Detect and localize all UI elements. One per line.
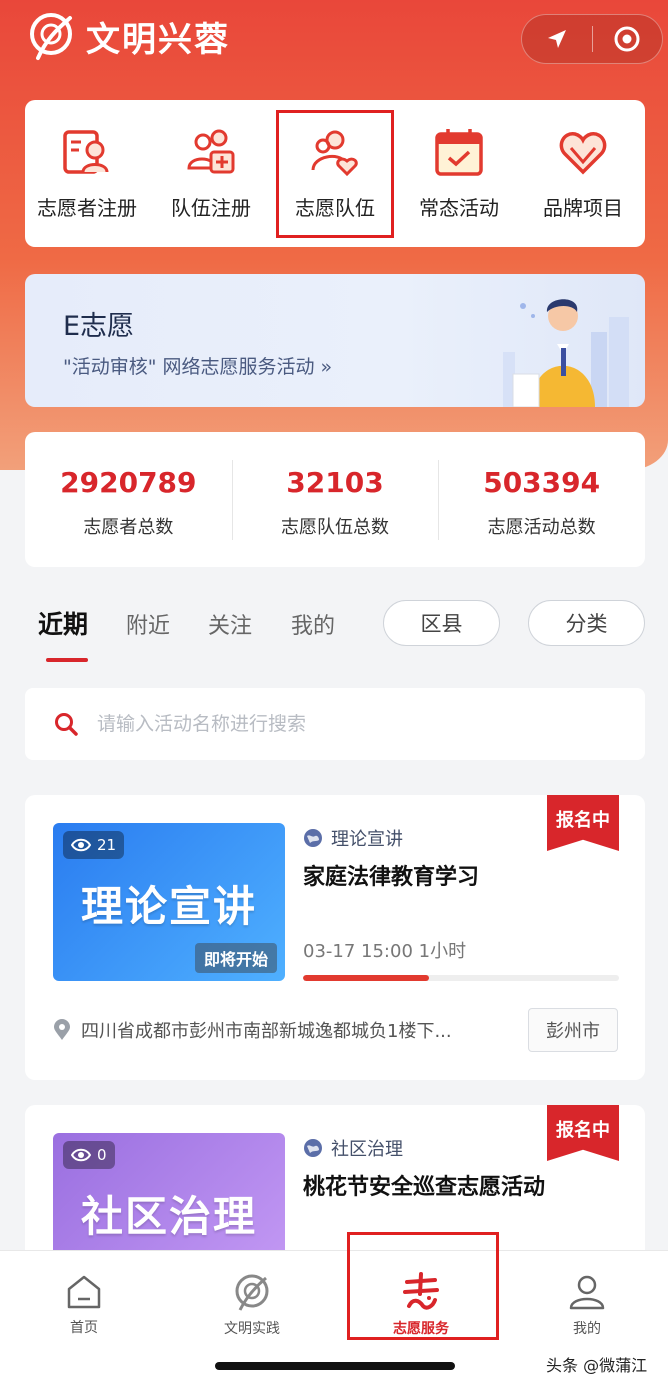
home-indicator — [215, 1362, 455, 1370]
quick-volunteer-team[interactable]: 志愿队伍 — [276, 109, 394, 238]
stat-value: 503394 — [483, 466, 601, 499]
home-icon — [67, 1275, 101, 1309]
target-icon — [614, 26, 640, 52]
location-pin-icon — [54, 1019, 70, 1040]
tabbar-label: 我的 — [573, 1321, 601, 1337]
stat-label: 志愿者总数 — [83, 517, 174, 538]
quick-regular-activity[interactable]: 常态活动 — [400, 110, 518, 238]
stat-value: 32103 — [286, 466, 384, 499]
view-count: 21 — [63, 831, 125, 859]
tab-nearby[interactable]: 附近 — [126, 608, 170, 640]
stats-panel: 2920789 志愿者总数 32103 志愿队伍总数 503394 志愿活动总数 — [25, 432, 645, 567]
businessman-illustration — [503, 299, 629, 407]
heart-brand-icon — [559, 132, 607, 175]
e-volunteer-banner[interactable]: E志愿 "活动审核" 网络志愿服务活动 » — [25, 274, 645, 407]
tabbar-label: 首页 — [70, 1320, 98, 1336]
district-filter[interactable]: 区县 — [383, 600, 500, 646]
quick-team-register[interactable]: 队伍注册 — [152, 110, 270, 238]
tabbar-home[interactable]: 首页 — [24, 1259, 144, 1351]
quick-label: 常态活动 — [419, 196, 499, 220]
quick-volunteer-register[interactable]: 志愿者注册 — [28, 110, 146, 238]
tab-following[interactable]: 关注 — [208, 608, 252, 640]
eye-icon — [71, 838, 91, 852]
activity-progress-bar — [303, 975, 619, 981]
tabbar-highlight-box — [347, 1232, 499, 1340]
stat-volunteers: 2920789 志愿者总数 — [25, 460, 232, 539]
starting-soon-badge: 即将开始 — [194, 943, 277, 973]
quick-label: 志愿队伍 — [295, 196, 375, 220]
tabbar-civilization[interactable]: 文明实践 — [192, 1259, 312, 1351]
user-icon — [569, 1275, 605, 1310]
globe-icon — [304, 829, 322, 847]
tab-recent[interactable]: 近期 — [38, 605, 88, 641]
activity-category: 理论宣讲 — [303, 825, 403, 851]
app-logo: 文明兴蓉 — [26, 10, 230, 62]
activity-category-label: 社区治理 — [331, 1139, 403, 1160]
location-button[interactable] — [522, 14, 592, 64]
view-count-value: 0 — [97, 1146, 107, 1164]
thumbnail-title: 理论宣讲 — [80, 882, 257, 931]
stat-value: 2920789 — [60, 466, 197, 499]
search-input[interactable] — [97, 713, 597, 735]
banner-subtitle: "活动审核" 网络志愿服务活动 » — [63, 356, 333, 378]
activity-title: 桃花节安全巡查志愿活动 — [303, 1175, 546, 1200]
activity-tabs: 近期 附近 关注 我的 区县 分类 — [38, 600, 648, 670]
stat-label: 志愿队伍总数 — [281, 517, 389, 538]
quick-menu: 志愿者注册 队伍注册 志愿队伍 常态活动 品牌项目 — [25, 100, 645, 247]
view-count-value: 21 — [97, 836, 117, 854]
activity-title: 家庭法律教育学习 — [303, 865, 480, 890]
mini-program-capsule — [521, 14, 663, 64]
activity-progress-fill — [303, 975, 430, 981]
tabbar-mine[interactable]: 我的 — [527, 1259, 647, 1351]
activity-time: 03-17 15:00 1小时 — [303, 941, 467, 962]
quick-label: 志愿者注册 — [37, 196, 137, 220]
stat-teams: 32103 志愿队伍总数 — [231, 460, 439, 540]
quick-label: 品牌项目 — [543, 196, 623, 220]
tab-mine[interactable]: 我的 — [291, 608, 335, 640]
logo-icon — [30, 13, 72, 60]
search-bar — [25, 688, 645, 760]
eye-icon — [71, 1148, 91, 1162]
thumbnail-title: 社区治理 — [80, 1192, 257, 1241]
activity-location: 四川省成都市彭州市南部新城逸都城负1楼下... — [53, 1017, 501, 1043]
tab-active-indicator — [46, 658, 88, 662]
location-arrow-icon — [547, 30, 566, 48]
quick-label: 队伍注册 — [171, 196, 251, 220]
registration-status-ribbon: 报名中 — [547, 1105, 619, 1161]
activity-category: 社区治理 — [303, 1135, 403, 1161]
tabbar-label: 文明实践 — [224, 1321, 280, 1337]
location-text: 四川省成都市彭州市南部新城逸都城负1楼下... — [81, 1021, 452, 1042]
view-count: 0 — [63, 1141, 115, 1169]
civilization-icon — [235, 1274, 269, 1311]
watermark: 头条 @微蒲江 — [546, 1356, 648, 1375]
stat-label: 志愿活动总数 — [487, 517, 596, 538]
district-tag: 彭州市 — [528, 1008, 618, 1052]
globe-icon — [304, 1139, 322, 1157]
search-icon — [55, 713, 78, 736]
app-title: 文明兴蓉 — [86, 19, 230, 60]
registration-status-ribbon: 报名中 — [547, 795, 619, 851]
activity-category-label: 理论宣讲 — [331, 829, 403, 850]
close-target-button[interactable] — [593, 14, 663, 64]
quick-brand-project[interactable]: 品牌项目 — [524, 110, 642, 238]
activity-card[interactable]: 21 理论宣讲 即将开始 报名中 理论宣讲 家庭法律教育学习 03-17 15:… — [25, 795, 645, 1080]
team-register-icon — [187, 129, 235, 174]
banner-title: E志愿 — [63, 311, 135, 342]
volunteer-register-icon — [63, 130, 109, 174]
stat-activities: 503394 志愿活动总数 — [438, 460, 645, 540]
category-filter[interactable]: 分类 — [528, 600, 645, 646]
activity-thumbnail: 21 理论宣讲 即将开始 — [53, 823, 285, 981]
volunteer-team-icon — [311, 130, 358, 177]
calendar-check-icon — [435, 129, 483, 176]
